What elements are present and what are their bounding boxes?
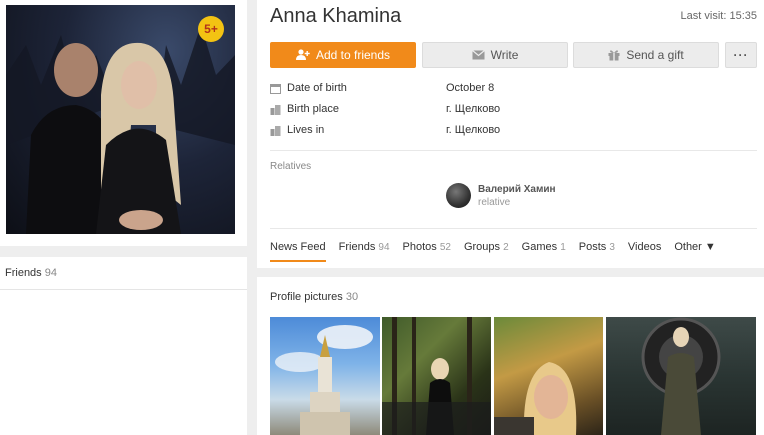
info-row-birth-place: Birth place xyxy=(270,103,339,115)
profile-pictures-card: Profile pictures 30 xyxy=(257,277,764,435)
write-label: Write xyxy=(490,48,519,62)
gift-icon xyxy=(608,50,620,61)
more-icon: ··· xyxy=(733,48,749,62)
add-to-friends-label: Add to friends xyxy=(315,48,391,62)
relative-avatar[interactable] xyxy=(446,183,471,208)
info-value[interactable]: г. Щелково xyxy=(446,103,500,115)
tab-label: Friends xyxy=(338,241,376,253)
info-label: Birth place xyxy=(287,103,339,115)
tab-count: 2 xyxy=(503,242,509,253)
tab-photos[interactable]: Photos 52 xyxy=(403,241,451,253)
tab-games[interactable]: Games 1 xyxy=(522,241,566,253)
profile-picture-thumbnail[interactable] xyxy=(382,317,491,435)
friends-label: Friends xyxy=(5,267,42,279)
profile-tabs: News Feed Friends 94 Photos 52 Groups 2 … xyxy=(270,241,716,262)
tab-posts[interactable]: Posts 3 xyxy=(579,241,615,253)
divider xyxy=(270,150,757,151)
profile-pictures-count: 30 xyxy=(345,291,359,303)
info-label: Date of birth xyxy=(287,82,347,94)
tab-label: Groups xyxy=(463,241,501,253)
tab-other[interactable]: Other ▼ xyxy=(674,241,715,253)
tab-label: Photos xyxy=(402,241,437,253)
profile-picture-thumbnail[interactable] xyxy=(494,317,603,435)
tab-count: 3 xyxy=(609,242,615,253)
info-row-lives-in: Lives in xyxy=(270,124,324,136)
wheel-photo-art xyxy=(641,317,721,435)
last-visit: Last visit: 15:35 xyxy=(681,10,757,22)
profile-pictures-header[interactable]: Profile pictures 30 xyxy=(270,291,358,303)
info-label: Lives in xyxy=(287,124,325,136)
tab-news-feed[interactable]: News Feed xyxy=(270,241,326,262)
friends-card: Friends 94 xyxy=(0,257,247,435)
relative-name[interactable]: Валерий Хамин xyxy=(478,184,556,195)
info-row-birth-date: Date of birth xyxy=(270,82,347,94)
tab-label: News Feed xyxy=(270,241,326,253)
profile-card: Anna Khamina Last visit: 15:35 Add to fr… xyxy=(257,0,764,268)
divider xyxy=(270,228,757,229)
friends-header[interactable]: Friends 94 xyxy=(0,257,247,290)
church-photo-art xyxy=(275,325,373,435)
last-visit-label: Last visit: xyxy=(680,10,727,22)
tab-label: Other ▼ xyxy=(674,241,716,253)
send-gift-button[interactable]: Send a gift xyxy=(573,42,719,68)
tab-label: Posts xyxy=(578,241,607,253)
relatives-label: Relatives xyxy=(270,161,312,172)
calendar-icon xyxy=(270,83,281,94)
tab-groups[interactable]: Groups 2 xyxy=(464,241,509,253)
add-user-icon xyxy=(295,49,310,60)
profile-picture-thumbnail[interactable] xyxy=(270,317,380,435)
tab-count: 1 xyxy=(560,242,566,253)
city-icon xyxy=(270,125,281,136)
write-button[interactable]: Write xyxy=(422,42,568,68)
info-value: October 8 xyxy=(446,82,495,94)
send-gift-label: Send a gift xyxy=(626,48,684,62)
profile-picture-thumbnail[interactable] xyxy=(606,317,756,435)
city-icon xyxy=(270,104,281,115)
info-value[interactable]: г. Щелково xyxy=(446,124,500,136)
profile-photo-art xyxy=(6,25,235,234)
avatar-card: 5+ xyxy=(0,0,247,246)
age-badge: 5+ xyxy=(198,16,224,42)
profile-pictures-label: Profile pictures xyxy=(270,291,343,303)
last-visit-time: 15:35 xyxy=(729,10,757,22)
envelope-icon xyxy=(471,50,485,60)
tab-label: Games xyxy=(521,241,558,253)
tab-videos[interactable]: Videos xyxy=(628,241,661,253)
portrait-photo-art xyxy=(494,362,577,435)
friends-count: 94 xyxy=(44,267,57,279)
more-button[interactable]: ··· xyxy=(725,42,757,68)
tab-label: Videos xyxy=(627,241,662,253)
forest-photo-art xyxy=(382,317,491,435)
profile-photo[interactable]: 5+ xyxy=(6,5,235,234)
tab-count: 94 xyxy=(378,242,390,253)
add-to-friends-button[interactable]: Add to friends xyxy=(270,42,416,68)
tab-count: 52 xyxy=(439,242,451,253)
tab-friends[interactable]: Friends 94 xyxy=(339,241,390,253)
relative-role: relative xyxy=(478,197,511,208)
profile-name: Anna Khamina xyxy=(270,5,402,27)
